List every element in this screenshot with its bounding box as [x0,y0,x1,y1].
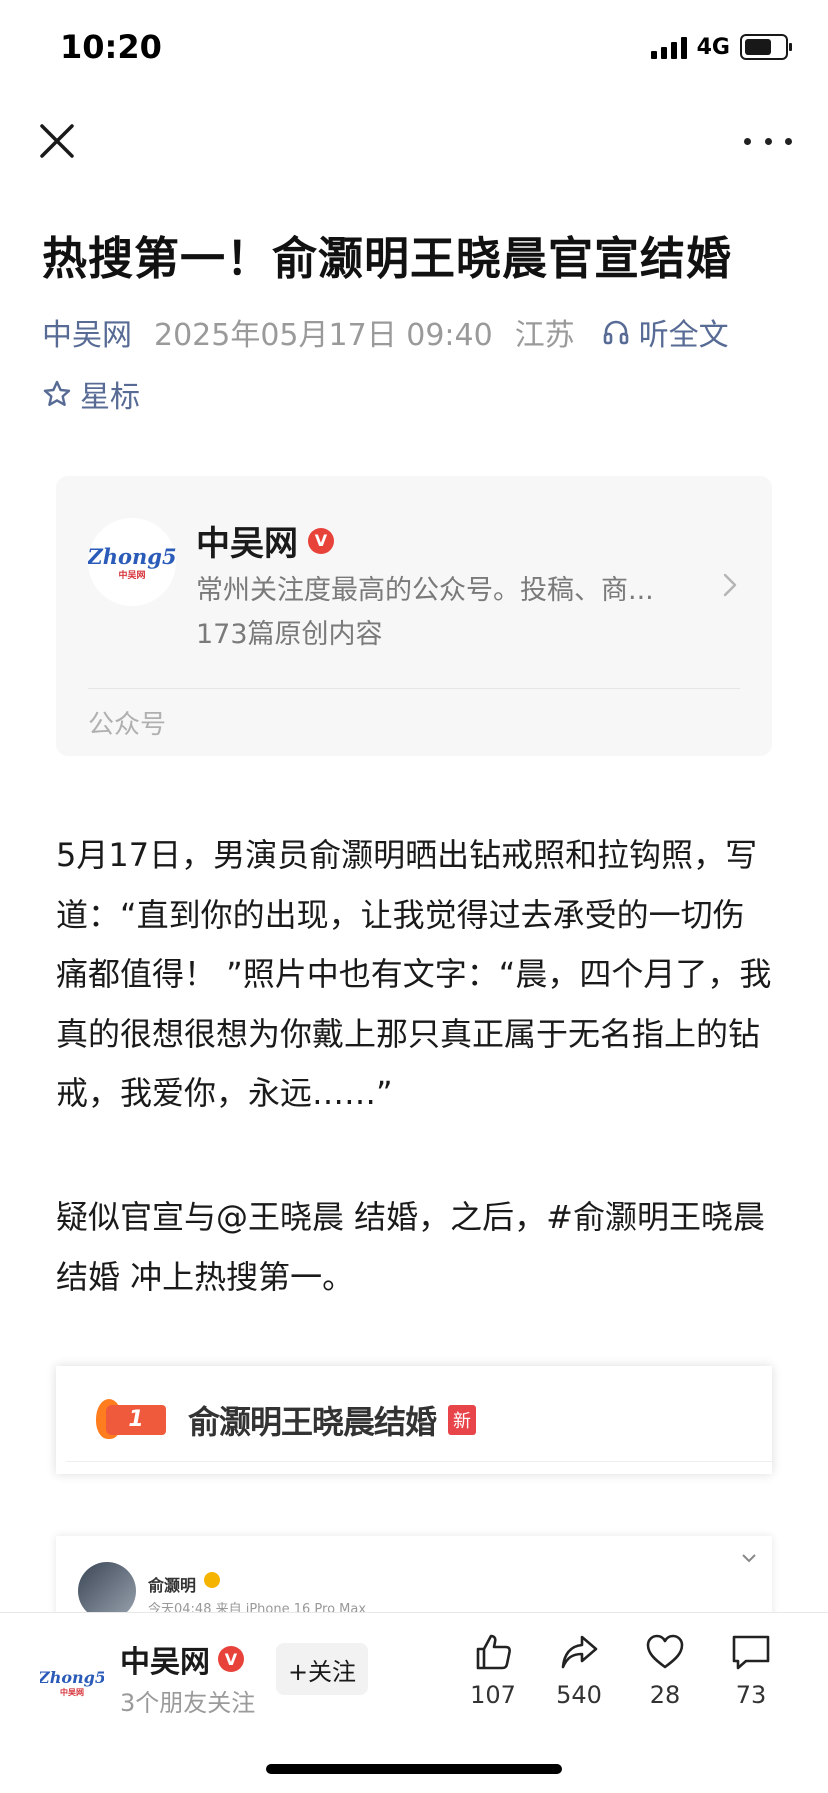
heart-icon [646,1634,684,1669]
crown-icon [204,1572,220,1588]
article-source-link[interactable]: 中吴网 [42,310,132,354]
hot-search-image[interactable]: 1 俞灏明王晓晨结婚 新 [56,1366,772,1474]
bottom-account-name[interactable]: 中吴网 V [120,1637,244,1681]
article-title: 热搜第一！俞灏明王晓晨官宣结婚 [42,232,733,285]
article-location: 江苏 [514,318,575,353]
svg-text:Zhong5: Zhong5 [88,544,176,569]
like-count: 107 [470,1681,516,1709]
listen-button[interactable]: 听全文 [601,310,729,354]
like-button[interactable]: 107 [458,1631,528,1709]
account-type-label: 公众号 [88,710,167,740]
original-count: 173篇原创内容 [196,619,383,650]
svg-text:Zhong5: Zhong5 [40,1668,104,1687]
chevron-down-icon [742,1554,756,1563]
star-label: 星标 [80,380,140,415]
close-button[interactable] [36,120,78,162]
article-paragraph-2: 疑似官宣与@王晓晨 结婚，之后，#俞灏明王晓晨结婚 冲上热搜第一。 [56,1198,765,1296]
verified-icon: V [218,1646,244,1672]
star-button[interactable]: 星标 [42,372,140,416]
account-card[interactable]: Zhong5 中吴网 中吴网 V 常州关注度最高的公众号。投稿、商... 173… [56,476,772,756]
article-meta: 中吴网 2025年05月17日 09:40 江苏 听全文 [42,310,729,354]
listen-label: 听全文 [638,318,729,353]
weibo-screenshot-image[interactable]: 俞灏明 今天04:48 来自 iPhone 16 Pro Max [56,1536,772,1616]
follow-button[interactable]: +关注 [276,1643,368,1695]
headphones-icon [603,320,628,345]
account-description: 常州关注度最高的公众号。投稿、商... [196,575,654,606]
status-time: 10:20 [60,28,162,66]
article-paragraph-1: 5月17日，男演员俞灏明晒出钻戒照和拉钩照，写道：“直到你的出现，让我觉得过去承… [56,836,772,1112]
star-icon [43,380,71,406]
favorite-button[interactable]: 28 [630,1631,700,1709]
favorite-count: 28 [649,1681,681,1709]
verified-icon: V [308,527,334,554]
signal-icon [650,35,687,59]
new-badge: 新 [448,1405,477,1435]
svg-text:中吴网: 中吴网 [118,569,145,581]
card-divider [88,688,740,689]
article-date: 2025年05月17日 09:40 [154,318,493,353]
status-indicators: 4G [650,34,792,60]
comment-count: 73 [735,1681,767,1709]
share-arrow-icon [561,1635,598,1669]
network-type: 4G [696,34,730,60]
share-count: 540 [556,1681,602,1709]
more-button[interactable] [744,126,792,156]
comment-bubble-icon [732,1635,770,1670]
weibo-avatar [78,1562,136,1616]
hot-rank-flame-icon: 1 [92,1399,170,1441]
comment-button[interactable]: 73 [716,1631,786,1709]
thumbs-up-icon [476,1634,511,1670]
share-button[interactable]: 540 [544,1631,614,1709]
hot-search-keyword: 俞灏明王晓晨结婚 [188,1403,437,1441]
weibo-user: 俞灏明 [148,1576,197,1595]
bottom-account-logo[interactable]: Zhong5 中吴网 [37,1649,106,1713]
account-name: 中吴网 V [196,516,334,565]
friends-following: 3个朋友关注 [120,1689,256,1717]
chevron-right-icon [723,573,737,597]
battery-icon [740,34,792,60]
close-icon [40,124,74,158]
svg-text:中吴网: 中吴网 [60,1687,84,1697]
home-indicator[interactable] [266,1764,562,1774]
account-logo: Zhong5 中吴网 [86,518,177,606]
